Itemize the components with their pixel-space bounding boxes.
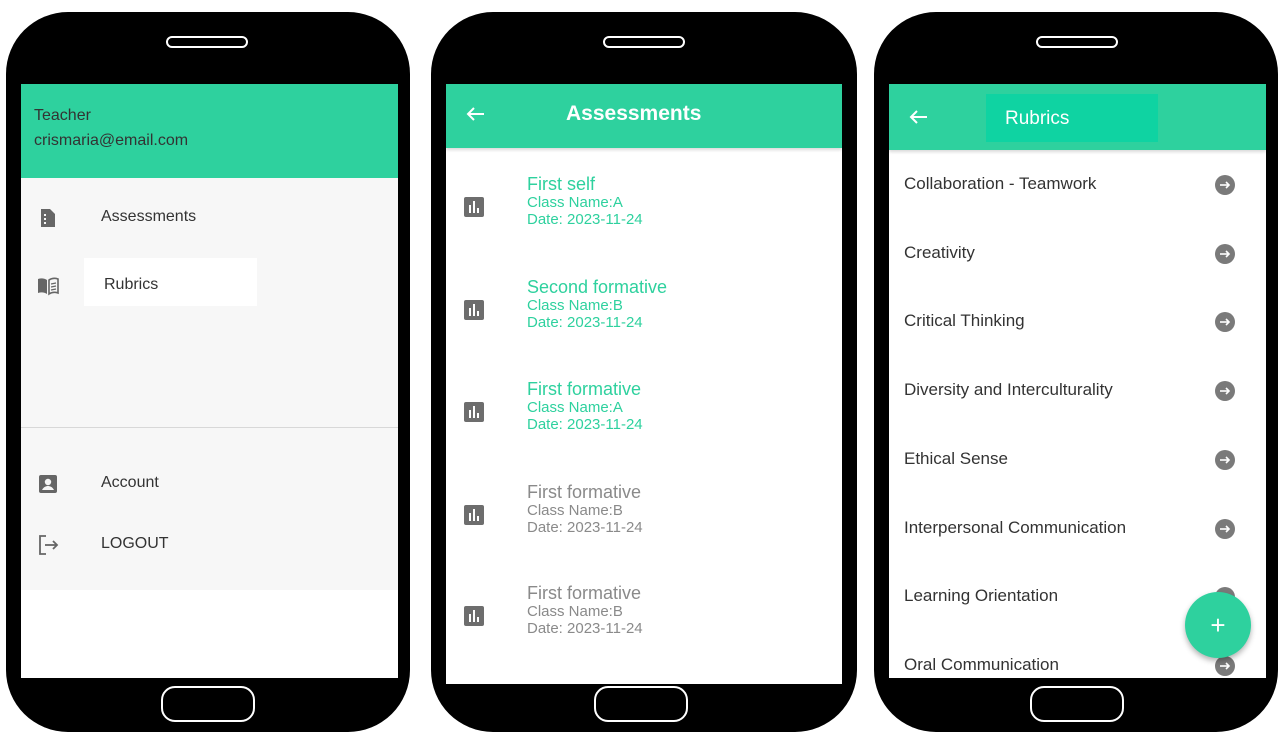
menu-label-rubrics: Rubrics bbox=[104, 276, 159, 293]
arrow-circle-right-icon[interactable] bbox=[1215, 655, 1235, 676]
rubric-label: Oral Communication bbox=[904, 654, 1059, 674]
assessment-class: Class Name:B bbox=[527, 603, 623, 620]
rubric-label: Creativity bbox=[904, 242, 975, 262]
arrow-circle-right-icon[interactable] bbox=[1215, 449, 1235, 470]
assessment-date: Date: 2023-11-24 bbox=[527, 416, 643, 433]
menu-item-logout[interactable]: LOGOUT bbox=[21, 521, 398, 569]
assessment-class: Class Name:A bbox=[527, 194, 623, 211]
rubrics-screen: Rubrics Collaboration - Teamwork Creativi… bbox=[889, 84, 1266, 678]
assessment-name: First self bbox=[527, 174, 596, 194]
rubric-item[interactable]: Ethical Sense bbox=[889, 425, 1266, 494]
book-icon bbox=[38, 277, 59, 296]
assessment-name: First formative bbox=[527, 482, 642, 502]
plus-icon: + bbox=[1210, 610, 1226, 640]
menu-label-logout: LOGOUT bbox=[101, 535, 169, 552]
assessment-date: Date: 2023-11-24 bbox=[527, 314, 643, 331]
home-button[interactable] bbox=[594, 686, 688, 722]
drawer-screen: Teacher crismaria@email.com Assessments bbox=[21, 84, 398, 678]
assessment-class: Class Name:A bbox=[527, 399, 623, 416]
assessment-name: First formative bbox=[527, 379, 642, 399]
rubric-label: Interpersonal Communication bbox=[904, 517, 1127, 537]
assessment-item[interactable]: Second formative Class Name:B Date: 2023-1… bbox=[446, 277, 842, 377]
bar-chart-icon bbox=[464, 300, 484, 320]
rubric-label: Ethical Sense bbox=[904, 448, 1008, 468]
rubric-item[interactable]: Critical Thinking bbox=[889, 287, 1266, 356]
user-email: crismaria@email.com bbox=[34, 132, 189, 149]
page-title: Assessments bbox=[566, 102, 702, 125]
assessment-name: Second formative bbox=[527, 277, 668, 297]
assessment-item[interactable]: First self Class Name:A Date: 2023-11-24 bbox=[446, 174, 842, 274]
phone-frame-drawer: Teacher crismaria@email.com Assessments bbox=[6, 12, 410, 732]
drawer-header: Teacher crismaria@email.com bbox=[21, 84, 398, 178]
title-box: Rubrics bbox=[986, 94, 1158, 142]
speaker-slot bbox=[1036, 36, 1118, 48]
add-rubric-button[interactable]: + bbox=[1185, 592, 1251, 658]
assessment-item[interactable]: First formative Class Name:B Date: 2023-11… bbox=[446, 482, 842, 582]
back-arrow-icon[interactable] bbox=[907, 105, 931, 129]
app-bar: Rubrics bbox=[889, 84, 1266, 150]
arrow-circle-right-icon[interactable] bbox=[1215, 312, 1235, 333]
assessment-item[interactable]: First formative Class Name:B Date: 2023-11… bbox=[446, 583, 842, 683]
rubric-label: Diversity and Interculturality bbox=[904, 380, 1113, 400]
assessment-name: First formative bbox=[527, 583, 642, 603]
rubric-item[interactable]: Creativity bbox=[889, 219, 1266, 288]
app-bar: Assessments bbox=[446, 84, 842, 148]
menu-item-account[interactable]: Account bbox=[21, 460, 398, 508]
assessment-class: Class Name:B bbox=[527, 297, 623, 314]
bar-chart-icon bbox=[464, 197, 484, 217]
phone-frame-rubrics: Rubrics Collaboration - Teamwork Creativi… bbox=[874, 12, 1278, 732]
rubric-label: Learning Orientation bbox=[904, 586, 1059, 606]
arrow-circle-right-icon[interactable] bbox=[1215, 518, 1235, 539]
menu-item-rubrics[interactable]: Rubrics bbox=[21, 258, 398, 310]
assessment-date: Date: 2023-11-24 bbox=[527, 620, 643, 637]
logout-icon bbox=[39, 535, 59, 555]
home-button[interactable] bbox=[1030, 686, 1124, 722]
back-arrow-icon[interactable] bbox=[464, 102, 488, 126]
arrow-circle-right-icon[interactable] bbox=[1215, 381, 1235, 402]
speaker-slot bbox=[166, 36, 248, 48]
assessment-item[interactable]: First formative Class Name:A Date: 2023-11… bbox=[446, 379, 842, 479]
assessment-date: Date: 2023-11-24 bbox=[527, 519, 643, 536]
account-box-icon bbox=[39, 475, 57, 493]
home-button[interactable] bbox=[161, 686, 255, 722]
assessment-class: Class Name:B bbox=[527, 502, 623, 519]
speaker-slot bbox=[603, 36, 685, 48]
document-icon bbox=[41, 209, 55, 227]
rubric-item[interactable]: Collaboration - Teamwork bbox=[889, 150, 1266, 219]
bar-chart-icon bbox=[464, 402, 484, 422]
menu-item-assessments[interactable]: Assessments bbox=[21, 194, 398, 242]
page-title: Rubrics bbox=[1005, 108, 1070, 129]
arrow-circle-right-icon[interactable] bbox=[1215, 243, 1235, 264]
rubric-label: Critical Thinking bbox=[904, 311, 1025, 331]
assessment-date: Date: 2023-11-24 bbox=[527, 211, 643, 228]
bar-chart-icon bbox=[464, 505, 484, 525]
menu-label-account: Account bbox=[101, 474, 159, 491]
menu-divider bbox=[21, 427, 398, 428]
user-role: Teacher bbox=[34, 107, 91, 124]
arrow-circle-right-icon[interactable] bbox=[1215, 175, 1235, 195]
assessments-screen: Assessments First self Class Name:A Date: … bbox=[446, 84, 842, 684]
menu-label-assessments: Assessments bbox=[101, 208, 197, 225]
rubric-item[interactable]: Interpersonal Communication bbox=[889, 494, 1266, 563]
phone-frame-assessments: Assessments First self Class Name:A Date: … bbox=[431, 12, 857, 732]
rubric-label: Collaboration - Teamwork bbox=[904, 174, 1097, 193]
bar-chart-icon bbox=[464, 606, 484, 626]
rubric-item[interactable]: Diversity and Interculturality bbox=[889, 356, 1266, 425]
drawer-menu: Assessments Rubrics Account LOGOUT bbox=[21, 178, 398, 590]
